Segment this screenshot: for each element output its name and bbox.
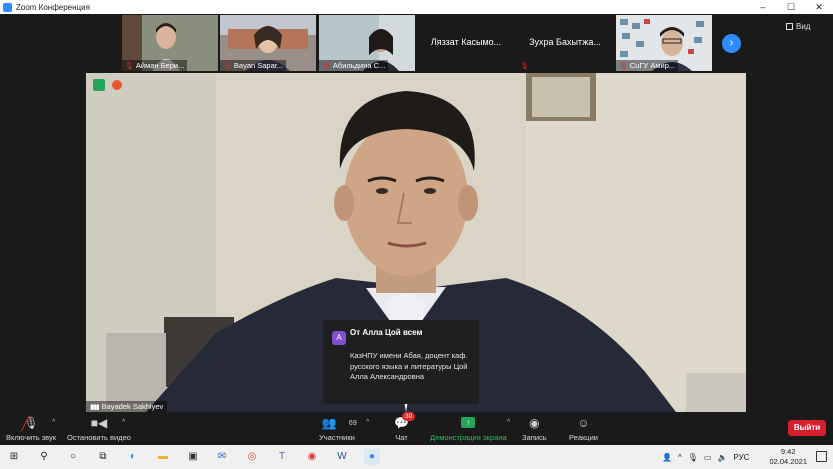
participant-tile[interactable]: Ляззат Касымо... — [418, 15, 514, 71]
chevron-right-icon: › — [729, 37, 734, 49]
record-label: Запись — [522, 433, 547, 442]
zoom-taskbar-icon[interactable]: ● — [364, 449, 380, 465]
chat-notification[interactable]: A От Алла Цой всем КазНПУ имени Абая, до… — [323, 320, 479, 404]
file-explorer-icon[interactable]: ▬ — [155, 449, 171, 465]
system-tray: 👤 ^ 🎙 ▭ 🔈 РУС — [662, 445, 749, 469]
participant-name: Айман Бери... — [135, 61, 185, 70]
zoom-window: Zoom Конференция – ☐ ✕ 🎙 Айман Бери... 🎙… — [0, 0, 833, 469]
chat-label: Чат — [395, 433, 408, 442]
chevron-up-icon[interactable]: ^ — [678, 453, 682, 462]
clock-time: 9:42 — [780, 447, 796, 456]
record-icon: ◉ — [529, 416, 540, 430]
cortana-icon[interactable]: ○ — [65, 449, 81, 465]
chat-unread-badge: 30 — [402, 412, 416, 421]
unmute-label: Включить звук — [6, 433, 57, 442]
security-shield-icon[interactable] — [93, 79, 105, 91]
chat-button[interactable]: 💬 30 Чат — [394, 412, 416, 442]
participant-name: Ляззат Касымо... — [430, 37, 502, 47]
input-language[interactable]: РУС — [733, 453, 749, 462]
sender-avatar: A — [332, 331, 346, 345]
participant-tile[interactable]: 🎙 Айман Бери... — [122, 15, 218, 71]
stop-video-label: Остановить видео — [67, 433, 131, 442]
word-icon[interactable]: W — [334, 449, 350, 465]
search-icon[interactable]: ⚲ — [36, 449, 52, 465]
taskbar-clock[interactable]: 9:42 02.04.2021 — [769, 447, 807, 467]
participant-name: Bayan Sapar... — [233, 61, 284, 70]
chat-notification-header: От Алла Цой всем — [350, 328, 423, 337]
microphone-icon[interactable]: 🎙 — [688, 453, 698, 462]
muted-mic-icon: 🎙 — [125, 62, 134, 70]
participant-name: Абильдина С... — [332, 61, 386, 70]
muted-mic-icon: 🎙 ╱ — [21, 416, 39, 431]
leave-button[interactable]: Выйти — [788, 420, 826, 436]
task-view-icon[interactable]: ⧉ — [95, 449, 111, 465]
participant-name: Зухра Бахытжа... — [529, 37, 601, 47]
participant-tile[interactable]: Зухра Бахытжа... 🎙 — [517, 15, 613, 71]
participant-tile[interactable]: 🎙 Bayan Sapar... — [220, 15, 316, 71]
participants-options-caret[interactable]: ^ — [366, 419, 369, 426]
reactions-label: Реакции — [569, 433, 598, 442]
share-screen-button[interactable]: ↑ Демонстрация экрана — [430, 415, 507, 442]
edge-browser-icon[interactable]: ◐ — [125, 449, 141, 465]
reactions-button[interactable]: ☺ Реакции — [569, 415, 598, 442]
share-screen-label: Демонстрация экрана — [430, 433, 507, 442]
clock-date: 02.04.2021 — [769, 457, 807, 466]
participants-count: 69 — [348, 420, 357, 427]
chat-icon: 💬 30 — [394, 412, 416, 431]
meeting-controls: 🎙 ╱ Включить звук ^ ■◀ Остановить видео ^… — [0, 412, 833, 445]
view-button[interactable]: Вид — [786, 22, 810, 31]
teams-icon[interactable]: T — [274, 449, 290, 465]
muted-mic-icon: 🎙 — [520, 62, 529, 70]
mail-icon[interactable]: ✉ — [214, 449, 230, 465]
chrome-icon[interactable]: ◉ — [304, 449, 320, 465]
speaker-icon[interactable]: 🔈 — [717, 453, 727, 462]
audio-options-caret[interactable]: ^ — [52, 419, 55, 426]
title-bar: Zoom Конференция – ☐ ✕ — [0, 0, 833, 14]
video-options-caret[interactable]: ^ — [122, 419, 125, 426]
chrome-app-icon[interactable]: ◎ — [244, 449, 260, 465]
recording-indicator-icon — [112, 80, 122, 90]
windows-start-icon[interactable]: ⊞ — [6, 449, 22, 465]
zoom-app-icon — [3, 2, 12, 12]
notifications-icon[interactable] — [816, 451, 827, 462]
next-page-button[interactable]: › — [722, 34, 741, 53]
participant-tile[interactable]: 🎙 СuГУ Амир... — [616, 15, 712, 71]
participants-label: Участники — [319, 433, 355, 442]
chat-notification-message: КазНПУ имени Абая, доцент каф. русского … — [350, 351, 468, 381]
minimize-button[interactable]: – — [749, 0, 777, 14]
store-icon[interactable]: ▣ — [185, 449, 201, 465]
participants-button[interactable]: 👥 69 Участники — [319, 415, 357, 442]
view-label: Вид — [796, 22, 811, 31]
people-icon[interactable]: 👤 — [662, 453, 672, 462]
window-title: Zoom Конференция — [16, 2, 90, 12]
share-options-caret[interactable]: ^ — [507, 419, 510, 426]
maximize-button[interactable]: ☐ — [777, 0, 805, 14]
video-camera-icon: ■◀ — [90, 416, 108, 430]
signal-bars-icon: ▮▮▮ — [90, 403, 100, 411]
smiley-plus-icon: ☺ — [577, 416, 590, 430]
muted-mic-icon: 🎙 — [322, 62, 331, 70]
participants-icon: 👥 69 — [321, 416, 357, 430]
participant-tile[interactable]: 🎙 Абильдина С... — [319, 15, 415, 71]
share-screen-icon: ↑ — [461, 417, 476, 428]
network-icon[interactable]: ▭ — [704, 453, 712, 462]
participant-strip: 🎙 Айман Бери... 🎙 Bayan Sapar... 🎙 Абиль… — [0, 14, 833, 72]
speaker-name-label: ▮▮▮ Bayadek Sakhiyev — [86, 401, 168, 412]
unmute-button[interactable]: 🎙 ╱ Включить звук — [6, 415, 56, 442]
speaker-name: Bayadek Sakhiyev — [101, 402, 164, 411]
grid-view-icon — [786, 23, 793, 30]
participant-name: СuГУ Амир... — [629, 61, 676, 70]
record-button[interactable]: ◉ Запись — [522, 415, 547, 442]
muted-mic-icon: 🎙 — [619, 62, 628, 70]
windows-taskbar: ⊞ ⚲ ○ ⧉ ◐ ▬ ▣ ✉ ◎ T ◉ W ● 👤 ^ 🎙 ▭ 🔈 РУС … — [0, 445, 833, 469]
close-button[interactable]: ✕ — [805, 0, 833, 14]
muted-mic-icon: 🎙 — [223, 62, 232, 70]
